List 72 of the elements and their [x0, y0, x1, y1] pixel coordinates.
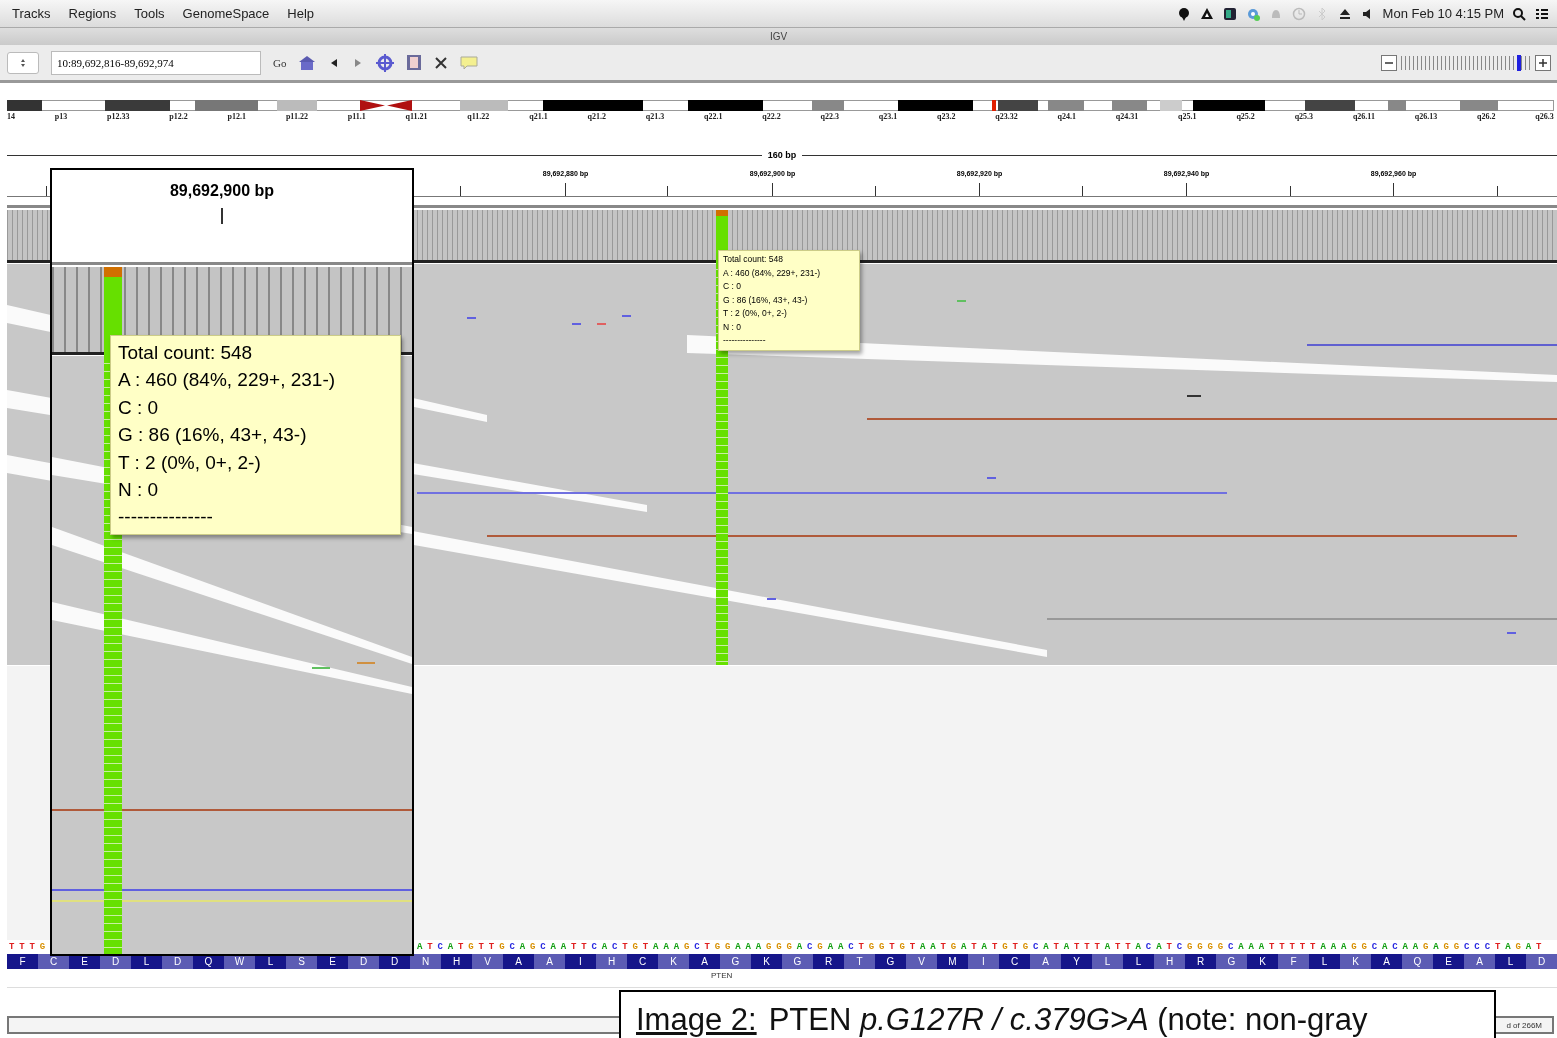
close-icon [434, 55, 449, 70]
clock-icon [1291, 6, 1306, 21]
popup-line: N : 0 [723, 320, 742, 334]
band-label: q24.31 [1115, 112, 1139, 121]
popup-line: A : 460 (84%, 229+, 231-) [723, 266, 822, 280]
band-label: q11.21 [405, 112, 428, 121]
band-label: q25.3 [1294, 112, 1314, 121]
list-icon [1535, 7, 1549, 20]
popup-line: C : 0 [723, 280, 742, 293]
search-icon [1512, 6, 1526, 21]
band-label: q21.2 [587, 112, 606, 121]
window-title: IGV [769, 31, 788, 42]
band-label: q24.1 [1057, 112, 1077, 121]
region-icon [406, 54, 423, 71]
plus-icon [1537, 57, 1549, 68]
chromosome-ideogram[interactable] [7, 100, 1554, 111]
popup-line: A : 460 (84%, 229+, 231-) [118, 368, 337, 393]
band-label: p11.22 [285, 112, 308, 121]
chat-bubble-icon [1176, 6, 1191, 21]
popup-line: C : 0 [118, 395, 160, 420]
amino-acid-track: F C E D L D Q W L S E D D N H V A A I H C K A G K G R T G V M I C A Y L L H R G K F L K A Q E A L D [7, 954, 1557, 969]
menu-item[interactable]: Tracks [12, 6, 51, 21]
band-label: p12.2 [169, 112, 188, 121]
slider-thumb[interactable] [1516, 54, 1521, 71]
band-label: q11.22 [467, 112, 490, 121]
popup-line: --------------- [118, 505, 214, 530]
span-label: 160 bp [766, 150, 798, 160]
gene-label: PTEN [711, 971, 733, 980]
band-label: p12.1 [227, 112, 247, 121]
band-label: q26.2 [1477, 112, 1496, 121]
band-label: q26.13 [1414, 112, 1438, 121]
zoom-out-button[interactable] [1381, 54, 1397, 71]
memory-usage: d of 266M [1506, 1020, 1542, 1030]
popup-line: T : 2 (0%, 0+, 2-) [723, 307, 788, 320]
band-label: q22.1 [704, 112, 723, 121]
popup-line: G : 86 (16%, 43+, 43-) [723, 293, 809, 307]
band-label: q25.2 [1236, 112, 1255, 121]
menu-item[interactable]: GenomeSpace [182, 6, 270, 21]
band-label: p11.1 [347, 112, 366, 121]
band-label: 14 [7, 112, 15, 121]
inset-position-label: 89,692,900 bp [168, 182, 276, 200]
popup-line: --------------- [723, 334, 767, 347]
band-label: q26.11 [1352, 112, 1375, 121]
popup-line: N : 0 [118, 478, 160, 503]
popup-line: Total count: 548 [723, 253, 784, 266]
app-icon [1222, 6, 1237, 21]
band-label: q23.1 [878, 112, 898, 121]
menu-item[interactable]: Tools [134, 6, 165, 21]
band-label: q23.2 [937, 112, 956, 121]
crosshair-icon [376, 53, 395, 72]
menu-item[interactable]: Regions [68, 6, 117, 21]
band-label: q21.3 [645, 112, 665, 121]
band-label: q26.3 [1535, 112, 1554, 121]
go-button[interactable]: Go [273, 56, 287, 69]
locus-field[interactable]: 10:89,692,816-89,692,974 [51, 50, 261, 75]
menu-clock: Mon Feb 10 4:15 PM [1382, 6, 1504, 21]
speech-bubble-icon [460, 55, 479, 70]
zoom-in-button[interactable] [1535, 54, 1551, 71]
caption-label: Image 2: [636, 1002, 757, 1038]
popup-line: G : 86 (16%, 43+, 43-) [118, 423, 308, 448]
popup-line: Total count: 548 [118, 341, 254, 365]
caption-text: PTEN p.G127R / c.379G>A (note: non-gray [768, 1002, 1368, 1038]
band-label: q21.1 [529, 112, 548, 121]
popup-line: T : 2 (0%, 0+, 2-) [118, 450, 262, 475]
menu-item[interactable]: Help [287, 6, 315, 21]
band-label: p12.33 [107, 112, 130, 121]
band-label: p13 [54, 112, 68, 121]
band-label: q22.3 [820, 112, 839, 121]
band-label: q22.2 [762, 112, 781, 121]
band-label: q23.32 [995, 112, 1018, 121]
house-icon [298, 54, 317, 71]
band-label: q25.1 [1178, 112, 1197, 121]
